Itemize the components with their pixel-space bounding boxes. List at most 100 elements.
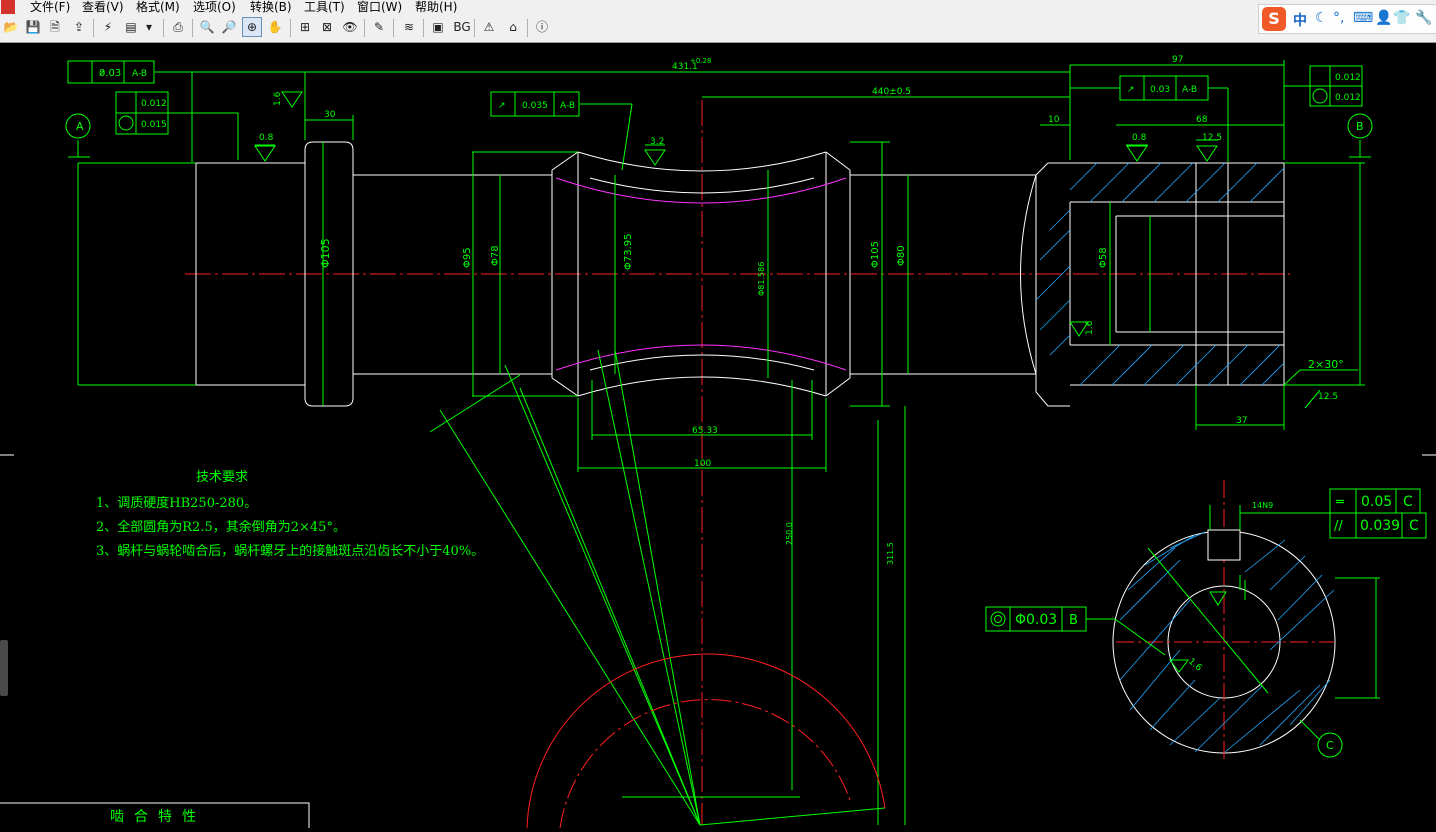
frame-icon[interactable]: ▣ <box>429 18 447 36</box>
scroll-handle[interactable] <box>0 640 8 696</box>
dim-len-100: 100 <box>694 459 711 469</box>
skin-icon[interactable]: 👕 <box>1393 10 1410 26</box>
dim-d95: Φ95 <box>462 247 473 268</box>
menu-help[interactable]: 帮助(H) <box>415 0 457 14</box>
menu-file[interactable]: 文件(F) <box>30 0 70 14</box>
dim-d73: Φ73.95 <box>623 234 634 271</box>
app-icon[interactable] <box>1 0 15 14</box>
angle-label: 1.6 <box>1085 320 1095 335</box>
ime-toolbar: S 中 ☾ °, ⌨ 👤 👕 🔧 <box>1258 4 1436 34</box>
keyway-dim: 14N9 <box>1252 501 1273 510</box>
dim-d78: Φ78 <box>490 245 501 266</box>
dim-len-37: 37 <box>1236 416 1247 426</box>
menu-convert[interactable]: 转换(B) <box>250 0 292 14</box>
toolbar: 📂 💾 🗎 ⇪ ⚡ ▤ ▾ ⎙ 🔍 🔎 ⊕ ✋ ⊞ ⊠ 👁 ✎ ≋ ▣ BG ⚠… <box>0 14 1436 43</box>
dim-len-6533: 65.33 <box>692 426 718 436</box>
chamfer-label: 2×30° <box>1308 358 1344 371</box>
open-folder-icon[interactable]: 📂 <box>2 18 20 36</box>
roughness-125b: 12.5 <box>1318 392 1338 402</box>
layers-icon[interactable]: ▤ <box>122 18 140 36</box>
user-icon[interactable]: 👤 <box>1375 10 1392 26</box>
bg-button[interactable]: BG <box>452 18 472 36</box>
fcf-conc-b-ref: B <box>1069 613 1078 628</box>
fcf-runout-left-tol: 0.03 <box>99 68 121 79</box>
fcf-cyl-left-2: 0.015 <box>141 120 167 130</box>
dim-d80: Φ80 <box>896 245 907 266</box>
zoom-in-icon[interactable]: 🔎 <box>220 18 238 36</box>
dim-d105-left: Φ105 <box>319 238 332 268</box>
roughness-125: 12.5 <box>1202 133 1222 143</box>
fcf-runout-mid-symbol: ↗ <box>498 101 506 111</box>
zoom-all-icon[interactable]: ⊞ <box>296 18 314 36</box>
dim-len-30: 30 <box>324 110 336 120</box>
fcf-sym-c-tol: 0.05 <box>1361 494 1392 510</box>
menu-options[interactable]: 选项(O) <box>193 0 236 14</box>
datum-b-label: B <box>1356 120 1364 133</box>
info-icon[interactable]: ⓘ <box>533 18 551 36</box>
datum-a-label: A <box>76 120 84 133</box>
save-all-icon[interactable]: 🗎 <box>46 18 64 36</box>
menu-view[interactable]: 查看(V) <box>82 0 124 14</box>
roughness-32: 3.2 <box>650 137 664 147</box>
dim-mid-len: 440±0.5 <box>872 87 911 97</box>
layer-manager-icon[interactable]: ≋ <box>400 18 418 36</box>
fcf-cyl-left-1: 0.012 <box>141 99 167 109</box>
fcf-runout-mid-tol: 0.035 <box>522 101 548 111</box>
tech-line-3: 3、蜗杆与蜗轮啮合后，蜗杆螺牙上的接触斑点沿齿长不小于40%。 <box>96 544 485 559</box>
chevron-down-icon[interactable]: ▾ <box>144 18 154 36</box>
roughness-08-b: 0.8 <box>1132 133 1147 143</box>
tech-title: 技术要求 <box>196 470 249 485</box>
dim-d-pitch: Φ81.586 <box>757 262 766 296</box>
menu-tools[interactable]: 工具(T) <box>304 0 345 14</box>
user-icon[interactable]: ⚠ <box>480 18 498 36</box>
fcf-runout-right-symbol: ↗ <box>1127 85 1135 95</box>
fcf-runout-right-tol: 0.03 <box>1150 85 1170 95</box>
zoom-extents-icon[interactable]: ⊠ <box>318 18 336 36</box>
print-icon[interactable]: ⎙ <box>169 18 187 36</box>
pan-icon[interactable]: ✋ <box>266 18 284 36</box>
roughness-16: 1.6 <box>273 91 283 106</box>
fcf-cyl-right-2: 0.012 <box>1335 93 1361 103</box>
menu-window[interactable]: 窗口(W) <box>357 0 402 14</box>
dim-overall-tol: +0.28 <box>690 57 711 65</box>
fcf-cyl-right-1: 0.012 <box>1335 73 1361 83</box>
dim-d105-right: Φ105 <box>870 241 881 268</box>
cad-drawing: ↗ 0.03 A-B 0.012 0.015 ↗ 0.035 A-B ↗ 0.0… <box>0 55 1436 829</box>
sogou-logo-icon[interactable]: S <box>1262 7 1286 31</box>
punct-icon[interactable]: °, <box>1333 10 1344 26</box>
keyboard-icon[interactable]: ⌨ <box>1353 10 1373 26</box>
measure-icon[interactable]: ✎ <box>370 18 388 36</box>
convert-icon[interactable]: ⚡ <box>99 18 117 36</box>
fcf-conc-b-tol: Φ0.03 <box>1015 612 1057 628</box>
save-icon[interactable]: 💾 <box>24 18 42 36</box>
dim-len-311: 311.5 <box>886 542 895 565</box>
roughness-16c: 1.6 <box>1186 657 1204 674</box>
drawing-canvas[interactable]: ↗ 0.03 A-B 0.012 0.015 ↗ 0.035 A-B ↗ 0.0… <box>0 43 1436 829</box>
moon-icon[interactable]: ☾ <box>1315 10 1328 26</box>
tech-line-1: 1、调质硬度HB250-280。 <box>96 496 258 511</box>
fcf-runout-mid-ref: A-B <box>560 101 575 111</box>
dim-len-68: 68 <box>1196 115 1208 125</box>
mesh-table-title: 啮合特性 <box>110 809 206 825</box>
home-icon[interactable]: ⌂ <box>504 18 522 36</box>
ime-mode[interactable]: 中 <box>1293 10 1307 30</box>
fcf-runout-right-ref: A-B <box>1182 85 1197 95</box>
fcf-sym-c-ref: C <box>1403 494 1413 510</box>
menu-format[interactable]: 格式(M) <box>136 0 180 14</box>
fcf-sym-c-symbol: ═ <box>1335 495 1344 510</box>
dim-len-250: 250.0 <box>785 522 794 545</box>
dim-len-10: 10 <box>1048 115 1060 125</box>
tech-line-2: 2、全部圆角为R2.5，其余倒角为2×45°。 <box>96 520 346 535</box>
fcf-par-c-symbol: // <box>1334 519 1343 534</box>
menu-bar: 文件(F) 查看(V) 格式(M) 选项(O) 转换(B) 工具(T) 窗口(W… <box>0 0 1436 14</box>
zoom-window-icon[interactable]: ⊕ <box>242 17 262 37</box>
wrench-icon[interactable]: 🔧 <box>1415 10 1432 26</box>
dim-d58: Φ58 <box>1098 247 1109 268</box>
fcf-par-c-ref: C <box>1409 518 1419 534</box>
datum-c-label: C <box>1326 739 1334 752</box>
zoom-out-icon[interactable]: 🔍 <box>198 18 216 36</box>
fcf-par-c-tol: 0.039 <box>1360 518 1400 534</box>
export-icon[interactable]: ⇪ <box>70 18 88 36</box>
fcf-runout-left-ref: A-B <box>132 69 147 79</box>
view-icon[interactable]: 👁 <box>341 18 359 36</box>
